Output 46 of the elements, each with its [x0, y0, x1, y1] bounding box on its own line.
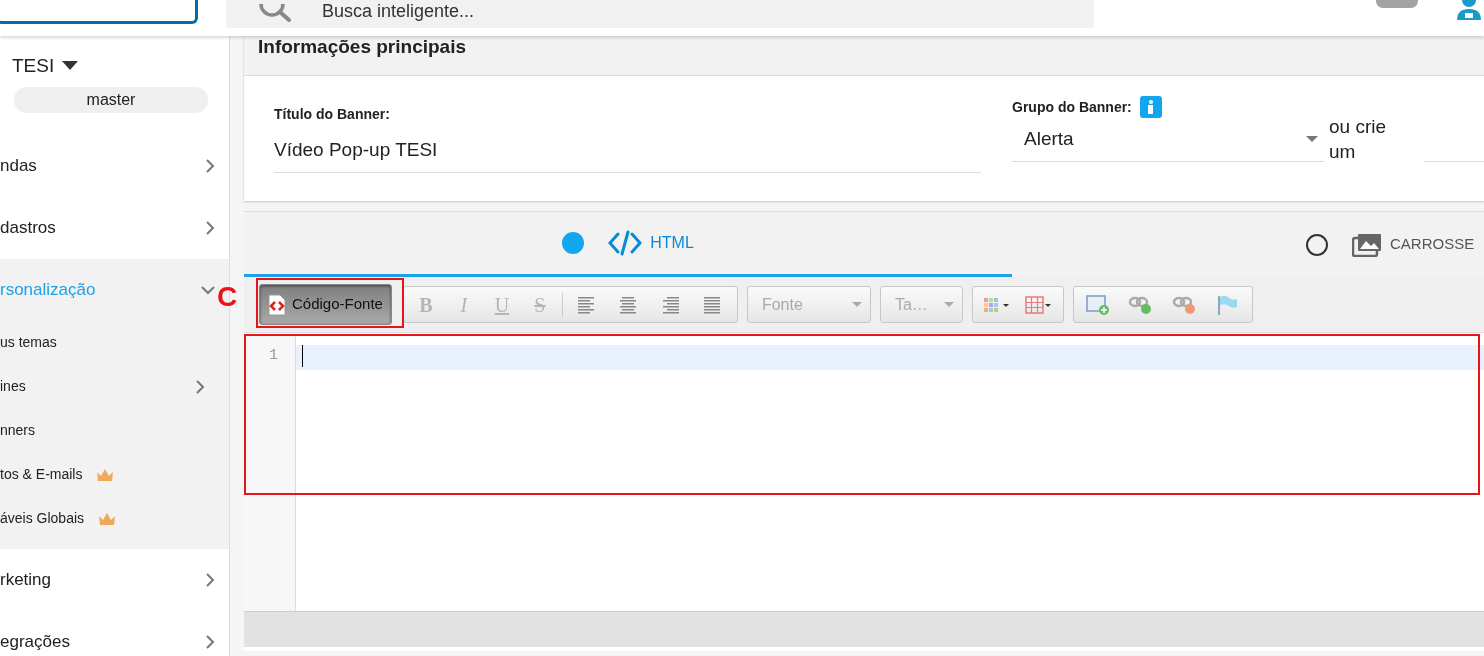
- sidebar-subitem[interactable]: tos & E-mails: [0, 452, 229, 497]
- image-add-icon[interactable]: [1085, 293, 1110, 316]
- align-left-icon[interactable]: [576, 294, 597, 315]
- caret-icon: [943, 301, 954, 308]
- section-title: Informações principais: [244, 36, 1484, 76]
- hint-text: ou crie um: [1329, 115, 1388, 164]
- chevron-right-icon: [205, 633, 215, 650]
- sidebar-item[interactable]: dastros: [0, 196, 229, 259]
- chevron-right-icon: [195, 378, 205, 395]
- sidebar-subitem[interactable]: áveis Globais: [0, 496, 229, 541]
- field-label: Título do Banner:: [274, 105, 391, 124]
- images-icon: [1352, 232, 1382, 257]
- input-field[interactable]: Vídeo Pop-up TESI: [274, 129, 981, 173]
- justify-icon[interactable]: [702, 294, 723, 315]
- field-label: Grupo do Banner:: [1012, 97, 1132, 117]
- select-field[interactable]: Alerta: [1012, 118, 1324, 162]
- source-code-button[interactable]: Código-Fonte: [259, 284, 392, 325]
- sidebar-subitem[interactable]: us temas: [0, 320, 229, 365]
- align-center-icon[interactable]: [618, 294, 639, 315]
- tab[interactable]: CARROSSE: [1012, 212, 1475, 277]
- branch-pill[interactable]: master: [14, 86, 208, 113]
- search-icon: [258, 4, 292, 22]
- radio-indicator[interactable]: [562, 232, 585, 254]
- caret-icon: [851, 301, 862, 308]
- chevron-right-icon: [205, 571, 215, 588]
- chevron-down-icon: [201, 284, 215, 295]
- info-icon[interactable]: [1139, 96, 1162, 118]
- table-icon[interactable]: [1024, 294, 1053, 315]
- search-field[interactable]: Busca inteligente...: [226, 0, 1094, 28]
- code-file-icon: [268, 293, 286, 316]
- sidebar-item[interactable]: egrações: [0, 610, 229, 656]
- line-number: 1: [268, 346, 279, 366]
- align-right-icon[interactable]: [660, 294, 681, 315]
- store-name[interactable]: TESI: [12, 52, 55, 81]
- chevron-right-icon: [205, 157, 215, 174]
- code-icon: [608, 230, 643, 256]
- sidebar-subitem[interactable]: nners: [0, 408, 229, 453]
- sidebar-item[interactable]: rketing: [0, 548, 229, 611]
- caret-icon: [1306, 135, 1318, 144]
- sidebar-subitem[interactable]: ines: [0, 364, 229, 409]
- sidebar-item[interactable]: ndas: [0, 134, 229, 197]
- caret-icon[interactable]: [62, 61, 79, 72]
- chevron-right-icon: [205, 219, 215, 236]
- user-icon[interactable]: [1454, 0, 1484, 20]
- radio-indicator[interactable]: [1306, 233, 1328, 256]
- flag-icon[interactable]: [1215, 293, 1240, 316]
